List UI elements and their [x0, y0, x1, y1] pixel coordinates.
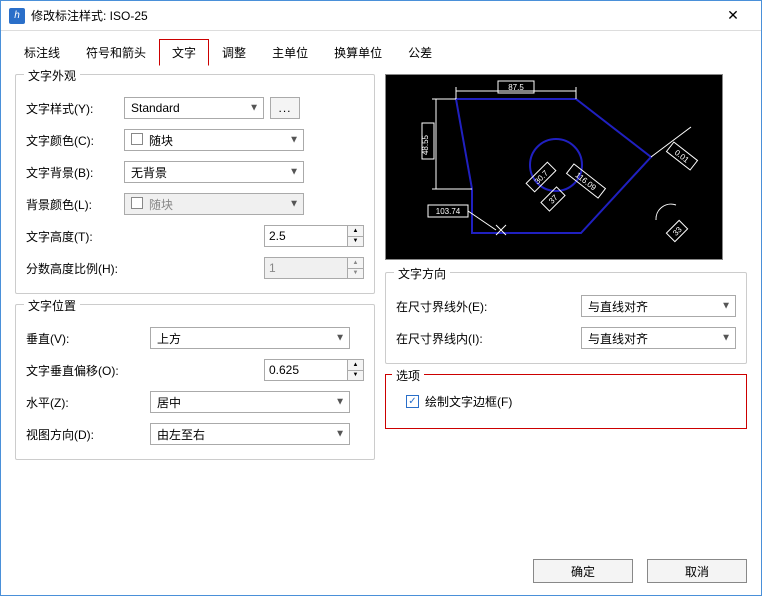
inside-lines-label: 在尺寸界线内(I): [396, 330, 526, 347]
spinner-up-icon[interactable]: ▲ [348, 360, 363, 371]
text-style-label: 文字样式(Y): [26, 100, 118, 117]
text-color-select[interactable]: 随块 ▼ [124, 129, 304, 151]
fraction-height-spinner: 1 ▲▼ [264, 257, 364, 279]
style-browse-button[interactable]: ... [270, 97, 300, 119]
text-style-select[interactable]: Standard ▼ [124, 97, 264, 119]
footer: 确定 取消 [533, 559, 747, 583]
svg-text:30.7: 30.7 [533, 168, 551, 186]
draw-frame-checkbox-row[interactable]: 绘制文字边框(F) [406, 393, 726, 410]
tab-bar: 标注线符号和箭头文字调整主单位换算单位公差 [1, 31, 761, 66]
svg-text:87.5: 87.5 [508, 83, 524, 92]
cancel-button[interactable]: 取消 [647, 559, 747, 583]
bg-color-select: 随块 ▼ [124, 193, 304, 215]
spinner-up-icon[interactable]: ▲ [348, 226, 363, 237]
horizontal-select[interactable]: 居中 ▼ [150, 391, 350, 413]
text-bg-label: 文字背景(B): [26, 164, 118, 181]
spinner-down-icon[interactable]: ▼ [348, 237, 363, 247]
text-color-label: 文字颜色(C): [26, 132, 118, 149]
chevron-down-icon: ▼ [289, 199, 299, 210]
preview-drawing: 87.5 48.55 103.74 116.09 [386, 75, 722, 259]
draw-frame-checkbox[interactable] [406, 395, 419, 408]
tab-6[interactable]: 公差 [395, 39, 445, 66]
vert-offset-label: 文字垂直偏移(O): [26, 362, 156, 379]
appearance-title: 文字外观 [24, 67, 80, 84]
color-swatch-icon [131, 197, 143, 209]
position-fieldset: 文字位置 垂直(V): 上方 ▼ 文字垂直偏移(O): 0.625 ▲▼ [15, 304, 375, 460]
preview-panel: 87.5 48.55 103.74 116.09 [385, 74, 723, 260]
tab-3[interactable]: 调整 [209, 39, 259, 66]
bg-color-label: 背景颜色(L): [26, 196, 118, 213]
chevron-down-icon: ▼ [335, 333, 345, 344]
view-direction-select[interactable]: 由左至右 ▼ [150, 423, 350, 445]
vertical-select[interactable]: 上方 ▼ [150, 327, 350, 349]
chevron-down-icon: ▼ [289, 135, 299, 146]
view-direction-label: 视图方向(D): [26, 426, 144, 443]
right-column: 87.5 48.55 103.74 116.09 [385, 74, 747, 470]
tab-4[interactable]: 主单位 [259, 39, 321, 66]
chevron-down-icon: ▼ [249, 103, 259, 114]
horizontal-label: 水平(Z): [26, 394, 144, 411]
spinner-down-icon[interactable]: ▼ [348, 371, 363, 381]
svg-text:48.55: 48.55 [421, 134, 430, 155]
svg-text:0.01: 0.01 [673, 148, 691, 165]
text-height-label: 文字高度(T): [26, 228, 156, 245]
options-fieldset: 选项 绘制文字边框(F) [385, 374, 747, 429]
outside-lines-select[interactable]: 与直线对齐 ▼ [581, 295, 736, 317]
chevron-down-icon: ▼ [721, 301, 731, 312]
window-title: 修改标注样式: ISO-25 [31, 7, 713, 24]
direction-fieldset: 文字方向 在尺寸界线外(E): 与直线对齐 ▼ 在尺寸界线内(I): 与直线对齐… [385, 272, 747, 364]
vertical-label: 垂直(V): [26, 330, 144, 347]
app-icon: h [9, 8, 25, 24]
inside-lines-select[interactable]: 与直线对齐 ▼ [581, 327, 736, 349]
color-swatch-icon [131, 133, 143, 145]
fraction-height-label: 分数高度比例(H): [26, 260, 156, 277]
close-button[interactable]: ✕ [713, 2, 753, 30]
draw-frame-label: 绘制文字边框(F) [425, 393, 512, 410]
tab-2[interactable]: 文字 [159, 39, 209, 66]
text-height-spinner[interactable]: 2.5 ▲▼ [264, 225, 364, 247]
svg-text:103.74: 103.74 [436, 207, 461, 216]
chevron-down-icon: ▼ [335, 429, 345, 440]
direction-title: 文字方向 [394, 265, 450, 282]
chevron-down-icon: ▼ [289, 167, 299, 178]
left-column: 文字外观 文字样式(Y): Standard ▼ ... 文字颜色(C): 随块… [15, 74, 375, 470]
options-title: 选项 [392, 367, 424, 384]
chevron-down-icon: ▼ [721, 333, 731, 344]
spinner-up-icon: ▲ [348, 258, 363, 269]
tab-0[interactable]: 标注线 [11, 39, 73, 66]
outside-lines-label: 在尺寸界线外(E): [396, 298, 526, 315]
tab-5[interactable]: 换算单位 [321, 39, 395, 66]
vert-offset-spinner[interactable]: 0.625 ▲▼ [264, 359, 364, 381]
content-area: 文字外观 文字样式(Y): Standard ▼ ... 文字颜色(C): 随块… [1, 66, 761, 478]
titlebar: h 修改标注样式: ISO-25 ✕ [1, 1, 761, 31]
position-title: 文字位置 [24, 297, 80, 314]
spinner-down-icon: ▼ [348, 269, 363, 279]
appearance-fieldset: 文字外观 文字样式(Y): Standard ▼ ... 文字颜色(C): 随块… [15, 74, 375, 294]
tab-1[interactable]: 符号和箭头 [73, 39, 159, 66]
chevron-down-icon: ▼ [335, 397, 345, 408]
ok-button[interactable]: 确定 [533, 559, 633, 583]
text-bg-select[interactable]: 无背景 ▼ [124, 161, 304, 183]
dialog-window: h 修改标注样式: ISO-25 ✕ 标注线符号和箭头文字调整主单位换算单位公差… [0, 0, 762, 596]
